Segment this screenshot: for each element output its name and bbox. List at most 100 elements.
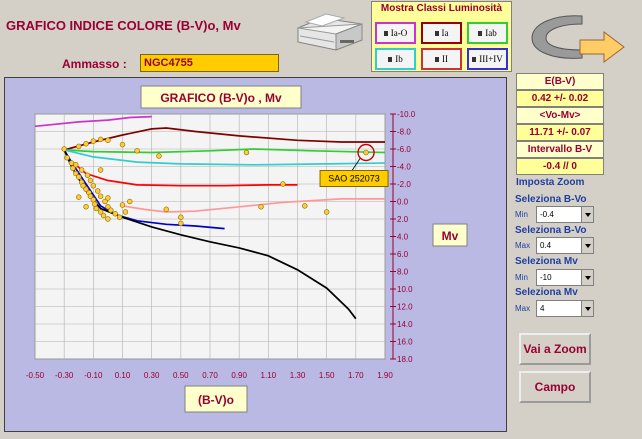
x-tick-label: 1.50	[319, 371, 335, 380]
star-point	[97, 167, 104, 173]
star-point	[134, 148, 140, 154]
star-point	[119, 202, 126, 208]
star-point	[84, 172, 91, 178]
chevron-down-icon[interactable]	[581, 270, 593, 285]
select-bv-min-label: Seleziona B-Vo	[515, 194, 587, 205]
back-arrow-icon[interactable]	[524, 10, 630, 66]
square-icon	[388, 56, 393, 62]
star-point	[105, 216, 111, 222]
star-point	[97, 193, 104, 199]
star-point	[258, 204, 264, 210]
x-tick-label: 1.70	[348, 371, 364, 380]
lum-class-iab-button[interactable]: Iab	[467, 22, 508, 44]
y-tick-label: 6.0	[397, 250, 409, 259]
select-mv-min-label: Seleziona Mv	[515, 256, 578, 267]
max-mv-value: 4	[540, 304, 545, 313]
star-point	[122, 209, 129, 215]
star-point	[78, 167, 85, 173]
y-tick-label: 10.0	[397, 285, 413, 294]
star-point	[76, 143, 82, 150]
ebv-value: 0.42 +/- 0.02	[516, 90, 604, 107]
square-icon	[472, 56, 477, 62]
go-zoom-button[interactable]: Vai a Zoom	[519, 333, 591, 365]
chevron-down-icon[interactable]	[581, 301, 593, 316]
square-icon	[383, 30, 388, 36]
y-tick-label: 2.0	[397, 215, 409, 224]
star-point	[90, 183, 97, 189]
lum-class-label: II	[442, 54, 448, 64]
x-tick-label: 0.50	[173, 371, 189, 380]
ebv-label: E(B-V)	[516, 73, 604, 90]
lum-class-label: Ia-O	[390, 28, 408, 38]
lum-class-ia0-button[interactable]: Ia-O	[375, 22, 416, 44]
x-tick-label: -0.50	[26, 371, 45, 380]
star-point	[90, 197, 97, 203]
y-tick-label: 0.0	[397, 198, 409, 207]
select-bv-max-label: Seleziona B-Vo	[515, 225, 587, 236]
y-tick-label: -4.0	[397, 163, 411, 172]
star-point	[97, 136, 104, 143]
star-point	[100, 212, 107, 219]
star-point	[112, 211, 118, 217]
y-tick-label: -6.0	[397, 145, 411, 154]
chevron-down-icon[interactable]	[581, 207, 593, 222]
star-point	[105, 195, 111, 201]
x-tick-label: -0.30	[55, 371, 74, 380]
right-panel: E(B-V) 0.42 +/- 0.02 <Vo-Mv> 11.71 +/- 0…	[511, 73, 642, 439]
window-title: GRAFICO INDICE COLORE (B-V)o, Mv	[6, 18, 241, 33]
y-tick-label: 14.0	[397, 320, 413, 329]
star-point	[73, 162, 79, 168]
x-tick-label: 0.70	[202, 371, 218, 380]
lum-class-ii-button[interactable]: II	[421, 48, 462, 70]
printer-icon[interactable]	[292, 6, 368, 54]
interval-value: -0.4 // 0	[516, 158, 604, 175]
star-point	[95, 188, 101, 194]
star-point	[92, 201, 98, 207]
square-icon	[435, 56, 439, 62]
lum-class-ib-button[interactable]: Ib	[375, 48, 416, 70]
lum-class-ia-button[interactable]: Ia	[421, 22, 462, 44]
zoom-title: Imposta Zoom	[516, 177, 585, 188]
hr-diagram-chart: -10.0 -8.0 -6.0 -4.0 -2.0 0.0 2.0 4.0 6.0 8.0 10.0…	[26, 85, 468, 413]
cluster-label: Ammasso :	[62, 57, 127, 71]
star-point	[119, 141, 126, 148]
chevron-down-icon[interactable]	[581, 238, 593, 253]
star-point	[363, 149, 369, 156]
lum-class-label: Iab	[485, 28, 497, 38]
x-tick-label: 0.10	[115, 371, 131, 380]
x-tick-label: 1.90	[377, 371, 393, 380]
vomv-label: <Vo-Mv>	[516, 107, 604, 124]
interval-label: Intervallo B-V	[516, 141, 604, 158]
highlight-label: SAO 252073	[328, 174, 380, 184]
min-mv-value: -10	[540, 273, 552, 282]
star-point	[90, 138, 97, 144]
square-icon	[434, 30, 439, 36]
x-tick-label: 1.30	[290, 371, 306, 380]
x-axis-label: (B-V)o	[198, 393, 234, 407]
lum-class-iii-iv-button[interactable]: III+IV	[467, 48, 508, 70]
star-point	[280, 181, 286, 187]
star-point	[302, 203, 308, 209]
max-bv-value: 0.4	[540, 241, 552, 250]
vomv-value: 11.71 +/- 0.07	[516, 124, 604, 141]
star-point	[61, 146, 67, 152]
star-point	[116, 214, 123, 220]
max-label: Max	[515, 304, 531, 313]
star-point	[323, 209, 330, 215]
min-label: Min	[515, 210, 528, 219]
x-tick-label: 0.30	[144, 371, 160, 380]
field-button[interactable]: Campo	[519, 371, 591, 403]
star-point	[76, 174, 82, 180]
y-axis-label: Mv	[442, 229, 459, 243]
y-tick-label: -10.0	[397, 110, 416, 119]
lum-class-label: Ib	[395, 54, 403, 64]
star-point	[76, 194, 82, 200]
chart-title: GRAFICO (B-V)o , Mv	[160, 91, 282, 105]
star-point	[64, 155, 70, 161]
x-tick-label: 0.90	[231, 371, 247, 380]
y-tick-label: -2.0	[397, 180, 411, 189]
x-tick-label: 1.10	[261, 371, 277, 380]
max-label: Max	[515, 241, 531, 250]
chart-area: -10.0 -8.0 -6.0 -4.0 -2.0 0.0 2.0 4.0 6.0 8.0 10.0…	[4, 77, 507, 432]
y-tick-label: -8.0	[397, 128, 411, 137]
